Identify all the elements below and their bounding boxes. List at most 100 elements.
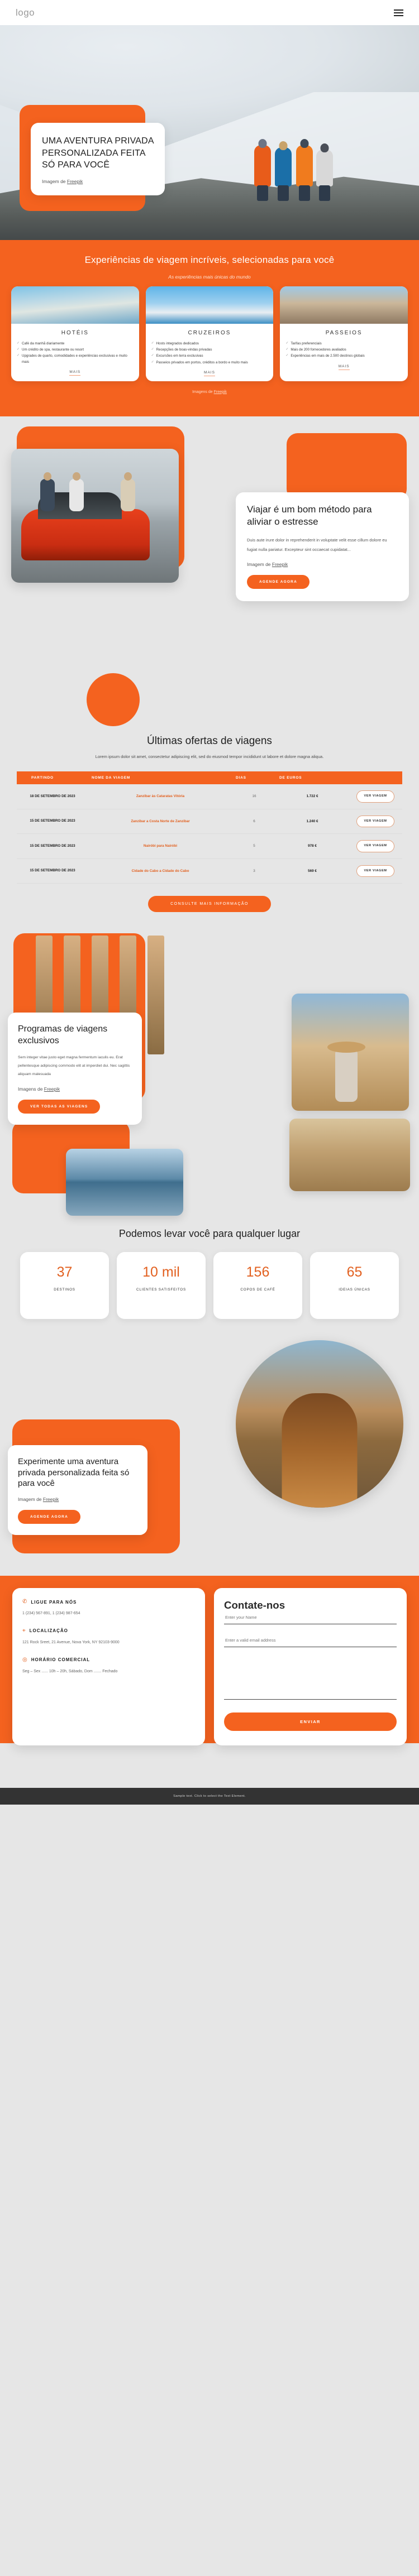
experience-section: Experimente uma aventura privada persona… — [0, 1336, 419, 1576]
view-trip-button[interactable]: VER VIAGEM — [356, 815, 394, 828]
more-link[interactable]: MAIS — [11, 370, 139, 376]
offers-title: Últimas ofertas de viagens — [147, 735, 272, 747]
view-trip-button[interactable]: VER VIAGEM — [356, 865, 394, 877]
submit-button[interactable]: ENVIAR — [224, 1712, 397, 1731]
list-item: Upgrades de quarto, comodidades e experi… — [17, 353, 134, 364]
stat-label: COPOS DE CAFÉ — [240, 1287, 275, 1292]
experience-image-credit: Imagem de Freepik — [18, 1496, 59, 1502]
book-now-button[interactable]: AGENDE AGORA — [247, 575, 310, 589]
column-header-days: DIAS — [232, 771, 276, 785]
experiences-subtitle: As experiências mais únicas do mundo — [168, 274, 251, 280]
cell-price: 1.240 € — [276, 809, 349, 834]
contact-info-heading: ✆ LIGUE PARA NÓS — [22, 1599, 195, 1605]
hero-section: UMA AVENTURA PRIVADA PERSONALIZADA FEITA… — [0, 25, 419, 240]
decorative-circle — [87, 673, 140, 726]
travel-accent-shape-small — [287, 433, 407, 500]
stats-section: Podemos levar você para qualquer lugar 3… — [0, 1219, 419, 1336]
stat-label: IDEIAS ÚNICAS — [339, 1287, 370, 1292]
stat-number: 156 — [246, 1264, 270, 1280]
contact-info-card: ✆ LIGUE PARA NÓS 1 (234) 567-891, 1 (234… — [12, 1588, 205, 1746]
freepik-link[interactable]: Freepik — [272, 562, 288, 567]
cell-action: VER VIAGEM — [349, 809, 402, 834]
email-field[interactable] — [224, 1634, 397, 1648]
experience-card[interactable]: HOTÉIS Café da manhã diariamente Um créd… — [11, 286, 139, 381]
stat-number: 65 — [346, 1264, 363, 1280]
travel-card: Viajar é um bom método para aliviar o es… — [236, 492, 409, 602]
freepik-link[interactable]: Freepik — [43, 1496, 59, 1502]
contact-info-title: LIGUE PARA NÓS — [31, 1599, 77, 1605]
stats-row: 37 DESTINOS 10 mil CLIENTES SATISFEITOS … — [0, 1252, 419, 1320]
freepik-link[interactable]: Freepik — [214, 390, 227, 394]
card-feature-list: Tarifas preferenciais Mais de 200 fornec… — [280, 341, 408, 359]
experience-cards: HOTÉIS Café da manhã diariamente Um créd… — [11, 286, 408, 381]
more-link[interactable]: MAIS — [146, 370, 274, 376]
contact-form-title: Contate-nos — [224, 1599, 285, 1611]
stat-card: 10 mil CLIENTES SATISFEITOS — [117, 1252, 206, 1320]
table-header-row: PARTINDO NOME DA VIAGEM DIAS DE EUROS — [17, 771, 402, 785]
red-car-shape — [21, 492, 150, 560]
cruise-ship-photo — [145, 286, 274, 324]
contact-info-item: ⌖ LOCALIZAÇÃO 121 Rock Sreet, 21 Avenue,… — [22, 1628, 195, 1647]
person-figure — [121, 472, 135, 511]
experience-card-main: Experimente uma aventura privada persona… — [8, 1445, 147, 1535]
list-item: Café da manhã diariamente — [17, 341, 134, 347]
experience-card[interactable]: PASSEIOS Tarifas preferenciais Mais de 2… — [280, 286, 408, 381]
more-link[interactable]: MAIS — [280, 364, 408, 370]
stats-title: Podemos levar você para qualquer lugar — [118, 1228, 301, 1240]
offers-table: PARTINDO NOME DA VIAGEM DIAS DE EUROS 18… — [17, 771, 402, 884]
list-item: Excursões em terra exclusivas — [151, 353, 268, 359]
more-information-button[interactable]: CONSULTE MAIS INFORMAÇÃO — [148, 896, 271, 913]
cell-action: VER VIAGEM — [349, 784, 402, 809]
cell-date: 15 DE SETEMBRO DE 2023 — [17, 858, 88, 884]
book-now-button[interactable]: AGENDE AGORA — [18, 1509, 80, 1524]
page-title: UMA AVENTURA PRIVADA PERSONALIZADA FEITA… — [42, 136, 154, 170]
site-logo[interactable]: logo — [16, 7, 35, 18]
friends-red-car-photo — [11, 448, 179, 583]
cell-trip-name[interactable]: Nairóbi para Nairóbi — [88, 833, 232, 859]
cell-days: 3 — [232, 858, 276, 884]
message-field[interactable] — [224, 1657, 397, 1700]
hamburger-icon[interactable] — [394, 9, 403, 16]
hiker-figure — [254, 139, 271, 201]
footer-text: Sample text. Click to select the Text El… — [173, 1795, 246, 1798]
contact-section: ✆ LIGUE PARA NÓS 1 (234) 567-891, 1 (234… — [0, 1576, 419, 1788]
stat-card: 37 DESTINOS — [20, 1252, 109, 1320]
list-item: Um crédito de spa, restaurante ou resort — [17, 347, 134, 353]
desert-hiker-photo — [292, 994, 409, 1111]
table-row: 15 DE SETEMBRO DE 2023 Cidade do Cabo a … — [17, 858, 402, 884]
name-field[interactable] — [224, 1611, 397, 1625]
programs-image-credit: Imagens de Freepik — [18, 1086, 60, 1092]
experience-card[interactable]: CRUZEIROS Hosts integrados dedicados Rec… — [145, 286, 274, 381]
contact-info-text: 121 Rock Sreet, 21 Avenue, Nova York, NY… — [22, 1640, 120, 1644]
lake-reflection-photo — [66, 1149, 183, 1216]
experiences-image-credit: Imagens de Freepik — [192, 390, 227, 394]
card-title: CRUZEIROS — [188, 329, 231, 336]
offers-cta-wrap: CONSULTE MAIS INFORMAÇÃO — [0, 896, 419, 913]
freepik-link[interactable]: Freepik — [44, 1086, 60, 1092]
list-item: Experiências em mais de 2.500 destinos g… — [285, 353, 402, 359]
view-all-trips-button[interactable]: VER TODAS AS VIAGENS — [18, 1099, 101, 1114]
cell-price: 1.722 € — [276, 784, 349, 809]
cell-trip-name[interactable]: Cidade do Cabo a Cidade do Cabo — [88, 858, 232, 884]
view-trip-button[interactable]: VER VIAGEM — [356, 790, 394, 803]
cell-action: VER VIAGEM — [349, 833, 402, 859]
programs-card: Programas de viagens exclusivos Sem inte… — [8, 1013, 142, 1125]
contact-info-title: HORÁRIO COMERCIAL — [31, 1657, 91, 1662]
programs-body: Sem integer vitae justo eget magna ferme… — [18, 1055, 130, 1076]
view-trip-button[interactable]: VER VIAGEM — [356, 840, 394, 852]
freepik-link[interactable]: Freepik — [67, 179, 83, 184]
travel-body: Duis aute irure dolor in reprehenderit i… — [247, 538, 387, 552]
contact-info-text: Seg – Sex ...... 10h – 20h, Sábado, Dom … — [22, 1669, 118, 1673]
travel-title: Viajar é um bom método para aliviar o es… — [247, 503, 372, 527]
hiker-figure — [296, 139, 313, 201]
hotel-pool-photo — [11, 286, 139, 324]
stat-number: 37 — [56, 1264, 73, 1280]
travel-image-credit: Imagem de Freepik — [247, 562, 288, 568]
cell-price: 978 € — [276, 833, 349, 859]
cell-trip-name[interactable]: Zanzibar a Costa Norte de Zanzibar — [88, 809, 232, 834]
programs-title: Programas de viagens exclusivos — [18, 1024, 108, 1045]
table-row: 15 DE SETEMBRO DE 2023 Zanzibar a Costa … — [17, 809, 402, 834]
cell-trip-name[interactable]: Zanzibar às Cataratas Vitória — [88, 784, 232, 809]
experiences-title: Experiências de viagem incríveis, seleci… — [84, 255, 335, 265]
card-feature-list: Hosts integrados dedicados Recepções de … — [146, 341, 274, 366]
